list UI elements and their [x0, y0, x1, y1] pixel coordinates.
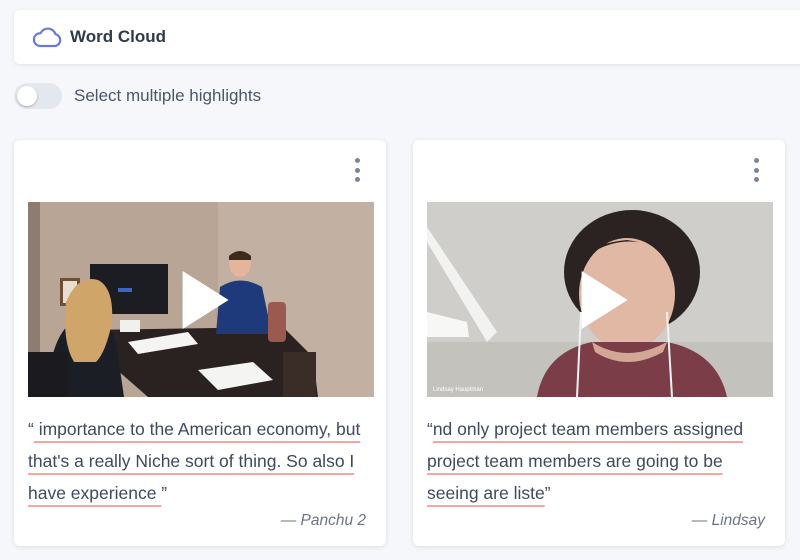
- quote-text: nd only project team members assigned pr…: [427, 419, 744, 503]
- more-options-icon[interactable]: [352, 158, 362, 182]
- toggle-knob: [17, 86, 37, 106]
- multi-highlight-toggle-row: Select multiple highlights: [14, 82, 261, 110]
- quote-author: — Lindsay: [691, 512, 765, 529]
- highlight-quote: “nd only project team members assigned p…: [427, 413, 777, 509]
- multi-highlight-toggle[interactable]: [14, 83, 62, 109]
- cloud-icon: [32, 25, 62, 49]
- quote-author: — Panchu 2: [280, 512, 366, 529]
- highlight-card: “ importance to the American economy, bu…: [14, 140, 386, 546]
- video-thumbnail[interactable]: Lindsay Hauptman: [427, 202, 773, 397]
- page-header: Word Cloud: [14, 10, 800, 64]
- play-icon: [182, 270, 229, 329]
- highlight-quote: “ importance to the American economy, bu…: [28, 413, 378, 509]
- quote-close-mark: ”: [161, 483, 168, 503]
- play-icon: [581, 270, 628, 329]
- more-options-icon[interactable]: [751, 158, 761, 182]
- highlight-card: Lindsay Hauptman “nd only project team m…: [413, 140, 785, 546]
- video-caption: Lindsay Hauptman: [433, 387, 484, 393]
- page-title: Word Cloud: [70, 27, 166, 46]
- toggle-label: Select multiple highlights: [74, 86, 262, 105]
- video-thumbnail[interactable]: [28, 202, 374, 397]
- quote-close-mark: ”: [544, 483, 551, 503]
- quote-text: importance to the American economy, but …: [28, 419, 361, 503]
